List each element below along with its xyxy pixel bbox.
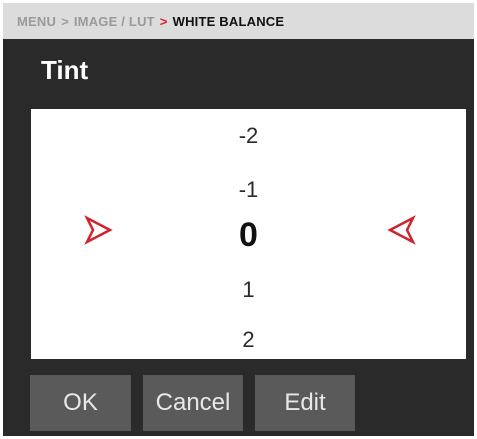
cancel-button[interactable]: Cancel [143,375,243,431]
left-pointing-arrow-icon [387,215,416,245]
breadcrumb-separator: > [61,13,69,29]
breadcrumb-item-menu[interactable]: MENU [17,14,56,29]
breadcrumb-item-image-lut[interactable]: IMAGE / LUT [74,14,155,29]
tint-screen: MENU > IMAGE / LUT > WHITE BALANCE Tint … [0,0,477,439]
breadcrumb-item-white-balance: WHITE BALANCE [172,13,285,29]
page-title: Tint [41,55,89,85]
right-pointing-arrow-icon [84,215,113,245]
edit-button[interactable]: Edit [255,375,355,431]
breadcrumb: MENU > IMAGE / LUT > WHITE BALANCE [3,3,474,39]
ok-button[interactable]: OK [30,375,131,431]
breadcrumb-separator-active: > [159,13,168,29]
picker-value-minus-1[interactable]: -1 [31,177,466,203]
picker-value-1[interactable]: 1 [31,277,466,303]
picker-value-minus-2[interactable]: -2 [31,123,466,149]
tint-value-picker[interactable]: -2 -1 0 1 2 [31,109,466,359]
button-row: OK Cancel Edit [3,375,474,435]
picker-value-2[interactable]: 2 [31,327,466,353]
